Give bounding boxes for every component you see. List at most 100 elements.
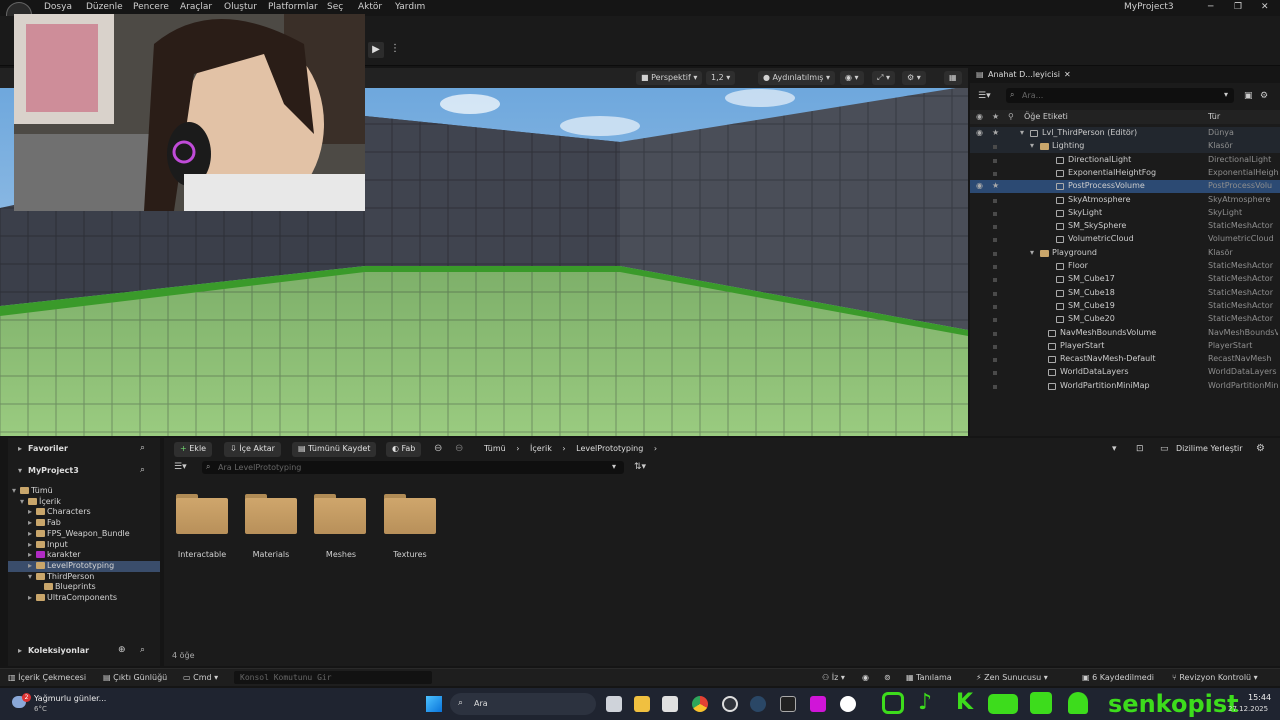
play-button[interactable]: ▶ [368, 42, 384, 58]
dock-in-layout-button[interactable]: Dizilime Yerleştir [1176, 444, 1243, 453]
outliner-row[interactable]: DirectionalLight DirectionalLight [970, 154, 1280, 167]
add-folder-icon[interactable]: ▣ [1244, 91, 1253, 101]
tree-item[interactable]: ▸ Input [8, 540, 160, 551]
outliner-row[interactable]: ◉ ★ PostProcessVolume PostProcessVolu [970, 180, 1280, 194]
steam-icon[interactable] [750, 696, 766, 712]
history-dropdown-icon[interactable]: ▾ [1112, 444, 1117, 454]
folder-textures[interactable] [384, 494, 436, 534]
unsaved-button[interactable]: ▣ 6 Kaydedilmedi [1082, 673, 1154, 682]
chevron-right-icon[interactable]: ▸ [28, 550, 36, 559]
type-header[interactable]: Tür [1208, 112, 1220, 121]
play-options-icon[interactable]: ⋮ [390, 43, 400, 54]
outliner-row[interactable]: SM_Cube19 StaticMeshActor [970, 300, 1280, 313]
file-explorer-icon[interactable] [634, 696, 650, 712]
camera-icon[interactable]: ⊚ [884, 673, 891, 682]
pin-icon[interactable]: ★ [992, 181, 999, 190]
favorites-header[interactable]: ▸ Favoriler ⌕ [8, 442, 160, 456]
sort-icon[interactable]: ⇅▾ [634, 462, 646, 472]
filter-icon[interactable]: ☰▾ [174, 462, 187, 472]
outliner-tab[interactable]: ▤ Anahat D...leyicisi ✕ [970, 68, 1280, 83]
outliner-row[interactable]: PlayerStart PlayerStart [970, 340, 1280, 353]
item-label-header[interactable]: Öğe Etiketi [1024, 112, 1068, 121]
chevron-down-icon[interactable]: ▾ [1020, 128, 1024, 137]
pin-icon[interactable]: ★ [992, 128, 999, 137]
clock-time[interactable]: 15:44 [1248, 693, 1271, 702]
store-icon[interactable] [662, 696, 678, 712]
tree-item[interactable]: ▸ Characters [8, 507, 160, 518]
add-button[interactable]: + Ekle [174, 442, 213, 457]
fov-button[interactable]: 1,2 ▾ [706, 71, 736, 85]
breadcrumb-content[interactable]: İçerik [530, 444, 552, 453]
settings-icon[interactable]: ⚙ ▾ [902, 71, 926, 85]
folder-materials[interactable] [245, 494, 297, 534]
project-header[interactable]: ▾ MyProject3 ⌕ [8, 464, 160, 478]
collections-search-icon[interactable]: ⌕ [140, 645, 145, 655]
windows-start-icon[interactable] [426, 696, 442, 712]
close-icon[interactable]: ✕ [1261, 2, 1269, 12]
tree-item[interactable]: ▾ ThirdPerson [8, 572, 160, 583]
add-collection-icon[interactable]: ⊕ [118, 645, 126, 655]
filter-icon[interactable]: ☰▾ [978, 91, 991, 101]
menu-file[interactable]: Dosya [44, 2, 72, 12]
menu-tools[interactable]: Araçlar [180, 2, 212, 12]
outliner-row[interactable]: SM_Cube20 StaticMeshActor [970, 313, 1280, 326]
chevron-right-icon[interactable]: ▸ [28, 540, 36, 549]
transform-icon[interactable]: ⤢ ▾ [872, 71, 895, 85]
tree-item[interactable]: ▾ İçerik [8, 497, 160, 508]
menu-platforms[interactable]: Platformlar [268, 2, 318, 12]
chevron-right-icon[interactable]: ▸ [28, 507, 36, 516]
epic-games-icon[interactable] [780, 696, 796, 712]
outliner-row[interactable]: SM_Cube17 StaticMeshActor [970, 273, 1280, 286]
outliner-row[interactable]: Floor StaticMeshActor [970, 260, 1280, 273]
unreal-engine-icon[interactable] [840, 696, 856, 712]
obs-icon[interactable] [722, 696, 738, 712]
outliner-row[interactable]: SM_SkySphere StaticMeshActor [970, 220, 1280, 233]
cmd-button[interactable]: ▭ Cmd ▾ [183, 673, 218, 682]
asset-search-input[interactable]: ⌕ Ara LevelPrototyping ▾ [202, 461, 624, 474]
lit-mode-button[interactable]: ● Aydınlatılmış ▾ [758, 71, 836, 85]
outliner-row[interactable]: WorldDataLayers WorldDataLayers [970, 366, 1280, 379]
visibility-icon[interactable]: ◉ [976, 181, 983, 190]
console-input[interactable]: Konsol Komutunu Gir [234, 671, 432, 684]
chevron-down-icon[interactable]: ▾ [20, 497, 28, 506]
browser-settings-icon[interactable]: ⚙ [1256, 443, 1265, 454]
search-dropdown-icon[interactable]: ▾ [612, 462, 616, 471]
outliner-settings-icon[interactable]: ⚙ [1260, 91, 1268, 101]
tree-item[interactable]: ▸ Fab [8, 518, 160, 529]
close-tab-icon[interactable]: ✕ [1064, 70, 1071, 79]
favorites-search-icon[interactable]: ⌕ [140, 443, 145, 453]
chevron-right-icon[interactable]: ▸ [28, 518, 36, 527]
clock-date[interactable]: 27.12.2025 [1228, 705, 1268, 713]
lock-icon[interactable]: ⊡ [1136, 444, 1144, 454]
output-log-button[interactable]: ▤ Çıktı Günlüğü [103, 673, 167, 682]
tree-item[interactable]: ▾ Tümü [8, 486, 160, 497]
chevron-down-icon[interactable]: ▾ [1030, 141, 1034, 150]
breadcrumb-all[interactable]: Tümü [484, 444, 506, 453]
record-icon[interactable]: ◉ [862, 673, 869, 682]
content-drawer-button[interactable]: ▥ İçerik Çekmecesi [8, 673, 86, 682]
perspective-button[interactable]: ■ Perspektif ▾ [636, 71, 703, 85]
outliner-row[interactable]: ▾ Lighting Klasör [970, 140, 1280, 154]
tree-item[interactable]: ▸ karakter [8, 550, 160, 561]
folder-interactable[interactable] [176, 494, 228, 534]
fab-button[interactable]: ◐ Fab [386, 442, 422, 457]
import-button[interactable]: ⇩ İçe Aktar [224, 442, 281, 457]
app-icon[interactable] [810, 696, 826, 712]
trace-button[interactable]: ⚇ İz ▾ [822, 673, 845, 682]
outliner-row[interactable]: RecastNavMesh-Default RecastNavMesh [970, 353, 1280, 366]
derived-data-button[interactable]: ▦ Tanılama [906, 673, 952, 682]
taskbar-search-input[interactable]: ⌕ Ara [450, 693, 596, 715]
menu-window[interactable]: Pencere [133, 2, 169, 12]
chevron-right-icon[interactable]: ▸ [28, 529, 36, 538]
project-search-icon[interactable]: ⌕ [140, 465, 145, 475]
chevron-down-icon[interactable]: ▾ [1030, 248, 1034, 257]
weather-label[interactable]: Yağmurlu günler... [34, 694, 106, 703]
maximize-icon[interactable]: ❐ [1234, 2, 1242, 12]
outliner-row[interactable]: ExponentialHeightFog ExponentialHeight [970, 167, 1280, 180]
outliner-row[interactable]: VolumetricCloud VolumetricCloud [970, 233, 1280, 246]
menu-select[interactable]: Seç [327, 2, 343, 12]
save-all-button[interactable]: ▤ Tümünü Kaydet [292, 442, 377, 457]
layout-icon[interactable]: ▦ [944, 71, 962, 85]
task-view-icon[interactable] [606, 696, 622, 712]
source-control-button[interactable]: ⑂ Revizyon Kontrolü ▾ [1172, 673, 1258, 682]
